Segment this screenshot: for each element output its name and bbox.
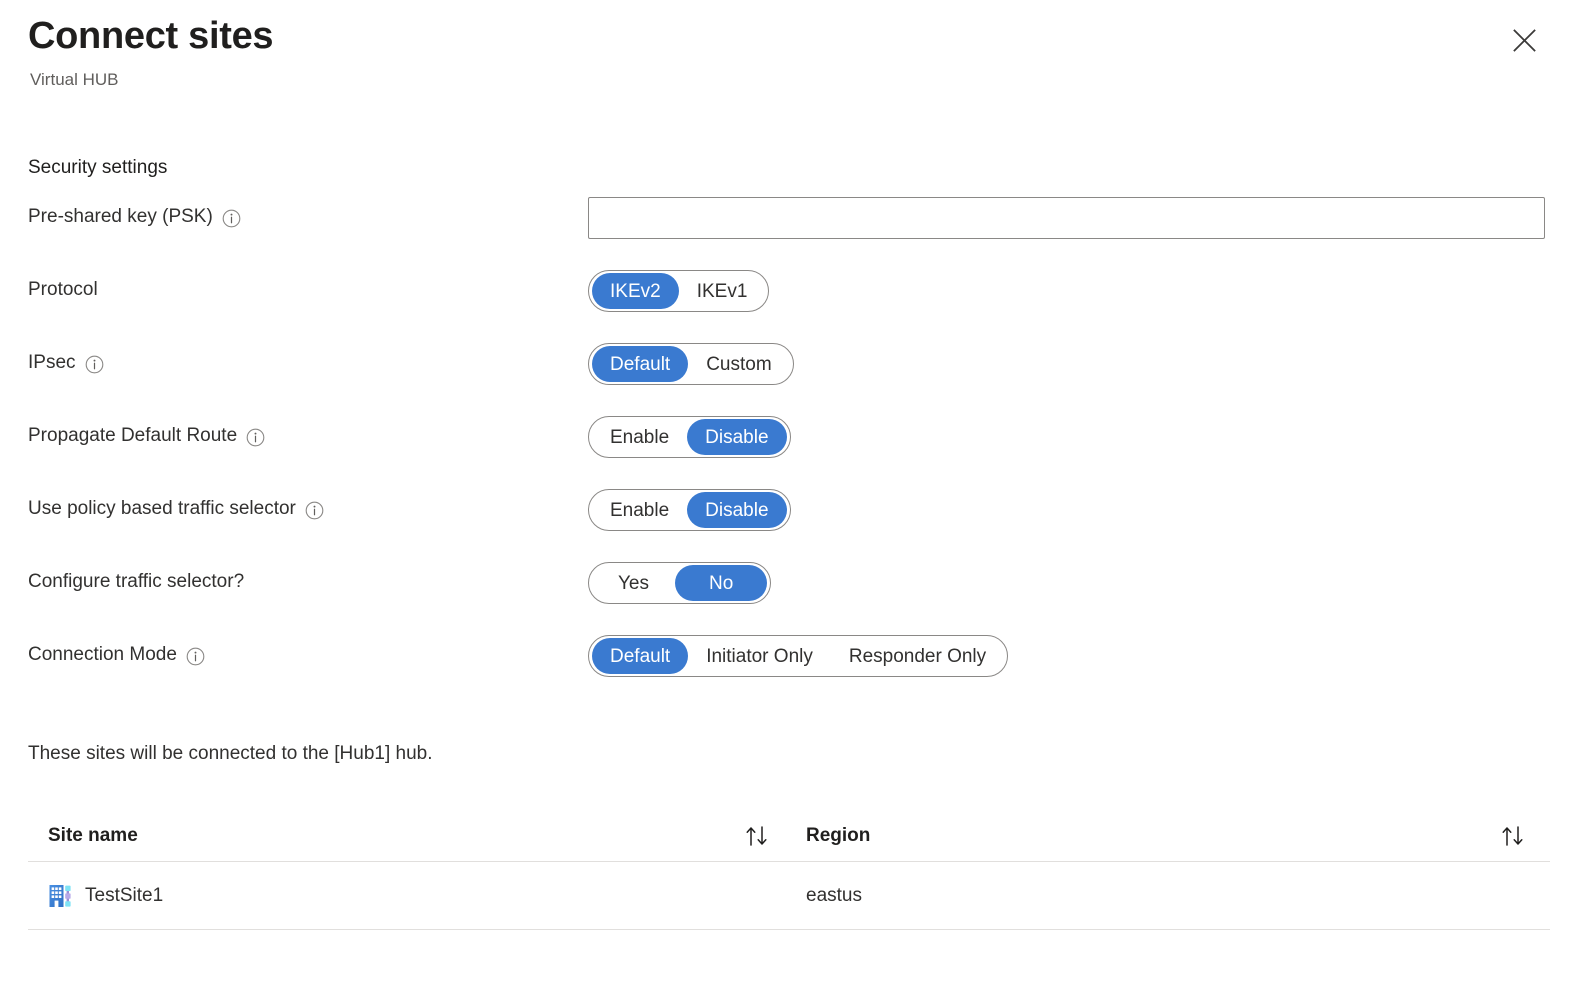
label-psk-row: Pre-shared key (PSK) <box>28 197 241 237</box>
sort-arrows-icon[interactable] <box>1500 810 1528 861</box>
protocol-label: Protocol <box>28 279 98 300</box>
vpn-site-icon <box>48 883 74 909</box>
policy-based-traffic-selector-label: Use policy based traffic selector <box>28 498 296 519</box>
info-icon[interactable] <box>305 501 324 520</box>
cell-site-name: TestSite1 <box>48 862 163 929</box>
info-icon[interactable] <box>85 355 104 374</box>
column-header-region[interactable]: Region <box>806 810 870 861</box>
propagate-default-route-label: Propagate Default Route <box>28 425 238 446</box>
protocol-option-ikev1[interactable]: IKEv1 <box>679 273 766 309</box>
label-ipsec-row: IPsec <box>28 343 104 383</box>
protocol-toggle-group: IKEv2 IKEv1 <box>588 270 770 312</box>
configure-traffic-selector-option-no[interactable]: No <box>675 565 768 601</box>
info-icon[interactable] <box>246 428 265 447</box>
psk-input[interactable] <box>588 197 1545 239</box>
label-propagate-default-route-row: Propagate Default Route <box>28 416 265 456</box>
close-icon <box>1512 28 1537 53</box>
ipsec-option-custom[interactable]: Custom <box>688 346 789 382</box>
site-name-text: TestSite1 <box>85 884 164 906</box>
label-connection-mode-row: Connection Mode <box>28 635 205 675</box>
policy-based-traffic-selector-toggle-group: Enable Disable <box>588 489 791 531</box>
section-title-security-settings: Security settings <box>28 157 168 178</box>
label-protocol-row: Protocol <box>28 270 98 310</box>
propagate-default-route-toggle-group: Enable Disable <box>588 416 791 458</box>
propagate-default-route-option-disable[interactable]: Disable <box>687 419 787 455</box>
connection-mode-option-responder-only[interactable]: Responder Only <box>831 638 1004 674</box>
connection-mode-option-default[interactable]: Default <box>592 638 689 674</box>
sort-arrows-icon[interactable] <box>744 810 772 861</box>
connection-mode-option-initiator-only[interactable]: Initiator Only <box>688 638 831 674</box>
connection-mode-toggle-group: Default Initiator Only Responder Only <box>588 635 1009 677</box>
form-row-protocol: Protocol <box>0 270 1578 310</box>
info-icon[interactable] <box>186 647 205 666</box>
page-subtitle: Virtual HUB <box>30 70 119 89</box>
configure-traffic-selector-toggle-group: Yes No <box>588 562 772 604</box>
configure-traffic-selector-option-yes[interactable]: Yes <box>592 565 675 601</box>
table-header-row: Site name Region <box>28 810 1550 862</box>
column-header-site-name[interactable]: Site name <box>48 810 138 861</box>
protocol-option-ikev2[interactable]: IKEv2 <box>592 273 679 309</box>
ipsec-option-default[interactable]: Default <box>592 346 689 382</box>
policy-based-traffic-selector-option-disable[interactable]: Disable <box>687 492 787 528</box>
cell-region: eastus <box>806 884 862 906</box>
ipsec-label: IPsec <box>28 352 76 373</box>
hub-connection-note: These sites will be connected to the [Hu… <box>28 743 433 764</box>
page-title: Connect sites <box>28 15 274 57</box>
close-button[interactable] <box>1504 20 1544 60</box>
psk-label: Pre-shared key (PSK) <box>28 206 213 227</box>
table-row[interactable]: TestSite1 eastus <box>28 862 1550 930</box>
configure-traffic-selector-label: Configure traffic selector? <box>28 571 245 592</box>
policy-based-traffic-selector-option-enable[interactable]: Enable <box>592 492 687 528</box>
sites-table: Site name Region TestSite1 eastus <box>28 810 1550 930</box>
info-icon[interactable] <box>222 209 241 228</box>
ipsec-toggle-group: Default Custom <box>588 343 794 385</box>
label-configure-traffic-selector-row: Configure traffic selector? <box>28 562 244 602</box>
propagate-default-route-option-enable[interactable]: Enable <box>592 419 687 455</box>
connection-mode-label: Connection Mode <box>28 644 177 665</box>
form-row-configure-traffic-selector: Configure traffic selector? <box>0 562 1578 602</box>
label-policy-based-traffic-selector-row: Use policy based traffic selector <box>28 489 324 529</box>
